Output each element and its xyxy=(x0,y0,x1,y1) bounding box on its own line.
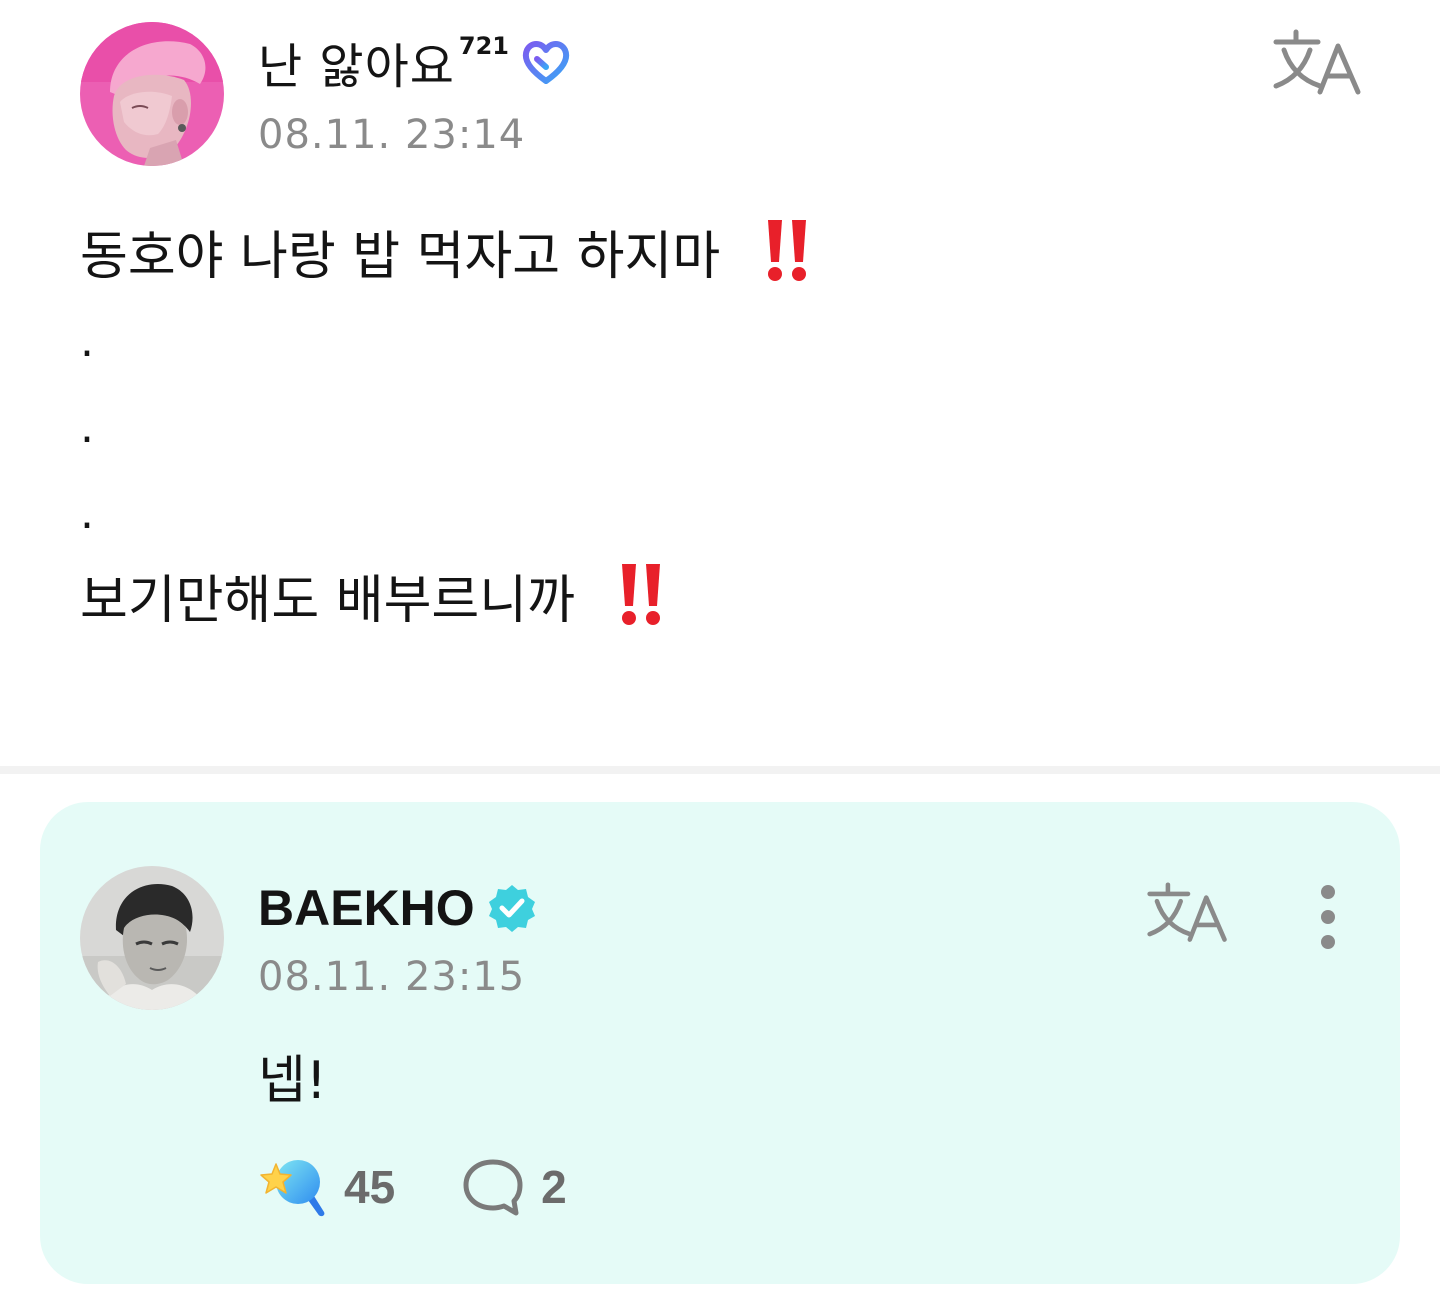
author-number: 721 xyxy=(458,32,510,60)
author-name[interactable]: 난 앓아요 xyxy=(258,27,455,97)
more-vertical-icon xyxy=(1321,885,1335,949)
section-divider xyxy=(0,766,1440,774)
comment-count: 2 xyxy=(541,1161,567,1213)
speech-bubble-icon xyxy=(463,1159,523,1216)
artist-reply-card[interactable]: BAEKHO 08.11. 23:15 넵! 45 2 xyxy=(40,802,1400,1284)
post-line-text: 보기만해도 배부르니까 xyxy=(80,571,575,631)
translate-button[interactable] xyxy=(1272,28,1364,100)
post-line: 동호야 나랑 밥 먹자고 하지마 xyxy=(80,218,1360,304)
post-line: . xyxy=(80,304,1360,390)
reply-translate-button[interactable] xyxy=(1146,880,1230,948)
translate-icon xyxy=(1147,882,1227,942)
verified-check-icon xyxy=(488,885,535,932)
like-button[interactable]: 45 xyxy=(258,1156,395,1218)
double-exclamation-icon xyxy=(767,220,806,281)
reply-text: 넵! xyxy=(258,1051,327,1111)
author-avatar[interactable] xyxy=(80,22,224,166)
reply-author-row[interactable]: BAEKHO xyxy=(258,876,537,940)
author-name-row[interactable]: 난 앓아요 721 xyxy=(258,27,573,97)
post-line-text: . xyxy=(80,402,94,453)
post-line-text: 동호야 나랑 밥 먹자고 하지마 xyxy=(80,227,721,287)
post-line-text: . xyxy=(80,488,94,539)
translate-icon xyxy=(1273,29,1361,95)
post-timestamp: 08.11. 23:14 xyxy=(258,112,526,158)
reply-reactions: 45 2 xyxy=(258,1152,567,1222)
star-lightstick-icon xyxy=(260,1160,325,1217)
double-exclamation-icon xyxy=(622,564,661,625)
post-line: 보기만해도 배부르니까 xyxy=(80,562,1360,648)
original-post: 난 앓아요 721 08.11. 23:14 동호야 나랑 밥 먹자고 하지마 … xyxy=(0,0,1440,766)
fan-heart-badge-icon xyxy=(522,41,570,84)
post-line-text: . xyxy=(80,316,94,367)
comment-button[interactable]: 2 xyxy=(461,1156,567,1218)
reply-author-avatar[interactable] xyxy=(80,866,224,1010)
more-options-button[interactable] xyxy=(1308,884,1348,950)
post-line: . xyxy=(80,476,1360,562)
reply-author-name[interactable]: BAEKHO xyxy=(258,879,475,937)
post-line: . xyxy=(80,390,1360,476)
post-body: 동호야 나랑 밥 먹자고 하지마 . . . 보기만해도 배부르니까 xyxy=(80,218,1360,648)
reply-timestamp: 08.11. 23:15 xyxy=(258,954,526,1000)
like-count: 45 xyxy=(344,1161,396,1213)
